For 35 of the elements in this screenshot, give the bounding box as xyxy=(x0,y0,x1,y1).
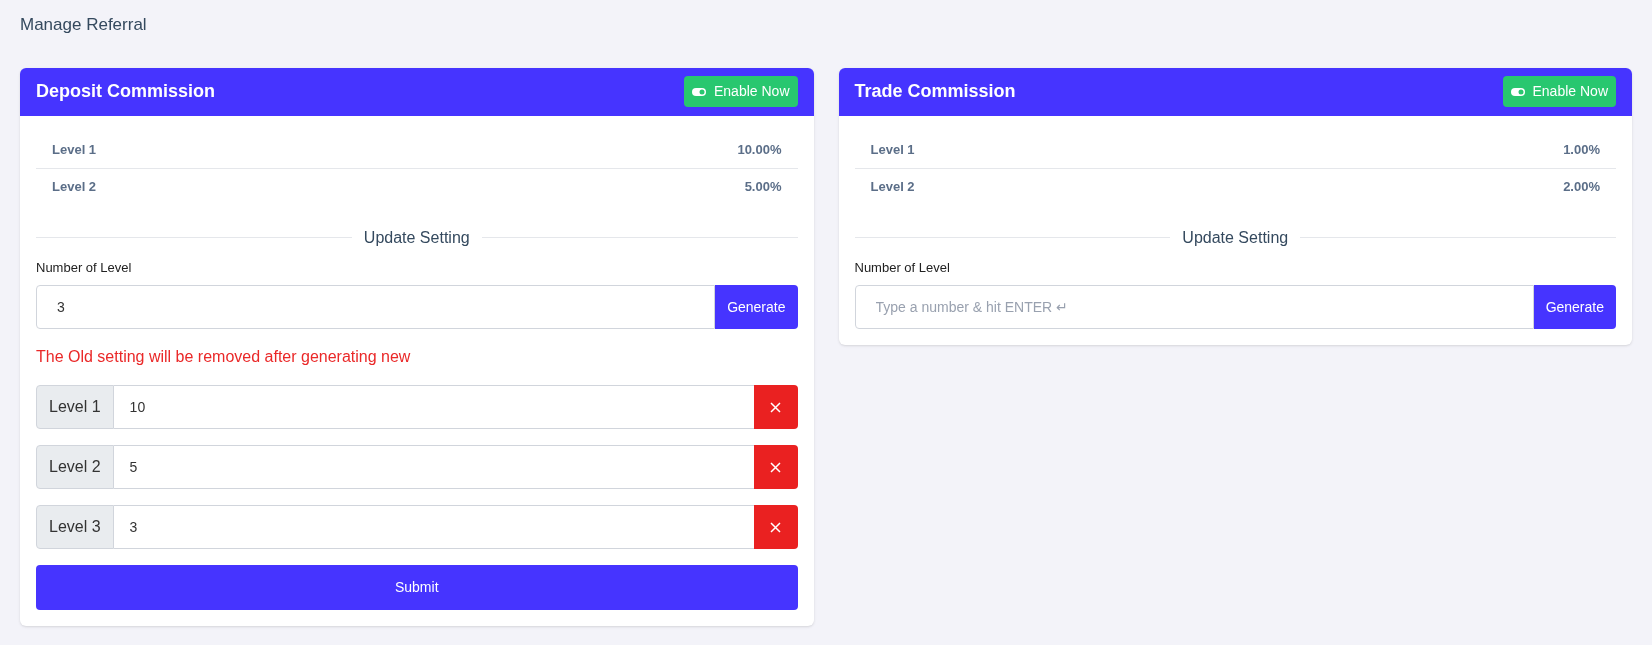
close-icon xyxy=(770,401,781,413)
level-percentage: 1.00% xyxy=(1563,140,1600,159)
close-icon xyxy=(770,461,781,473)
field-label: Number of Level xyxy=(854,258,951,277)
level-percentage: 10.00% xyxy=(737,140,782,159)
level-label: Level 2 xyxy=(870,178,915,197)
generate-button[interactable]: Generate xyxy=(715,285,798,329)
toggle-icon xyxy=(692,87,706,96)
remove-button[interactable] xyxy=(753,385,798,429)
level-input-label: Level 2 xyxy=(36,445,114,489)
close-icon xyxy=(770,521,781,533)
section-heading: Update Setting xyxy=(1182,227,1289,248)
level-percentage: 2.00% xyxy=(1563,178,1600,197)
toggle-icon xyxy=(1510,87,1525,96)
level-input-label: Level 1 xyxy=(36,385,114,429)
section-heading: Update Setting xyxy=(363,227,470,248)
remove-button[interactable] xyxy=(753,445,798,489)
number-input-field[interactable]: Type a number & hit ENTER ↵ xyxy=(854,285,1534,329)
level-value-field[interactable]: 3 xyxy=(113,505,754,549)
number-input-field[interactable]: 3 xyxy=(36,285,716,329)
field-label: Number of Level xyxy=(36,258,133,277)
remove-button[interactable] xyxy=(753,505,798,549)
submit-button[interactable]: Submit xyxy=(36,565,798,610)
level-percentage: 5.00% xyxy=(744,178,782,197)
level-value-field[interactable]: 10 xyxy=(113,385,754,429)
level-value-field[interactable]: 5 xyxy=(113,445,754,489)
level-label: Level 1 xyxy=(52,140,97,159)
level-label: Level 1 xyxy=(870,140,915,159)
card-title: Trade Commission xyxy=(854,80,1016,103)
level-input-label: Level 3 xyxy=(36,505,114,549)
level-label: Level 2 xyxy=(52,178,97,197)
generate-button[interactable]: Generate xyxy=(1533,285,1616,329)
card-title: Deposit Commission xyxy=(36,80,216,103)
page-title: Manage Referral xyxy=(20,14,148,36)
warning-message: The Old setting will be removed after generating new xyxy=(36,347,412,367)
